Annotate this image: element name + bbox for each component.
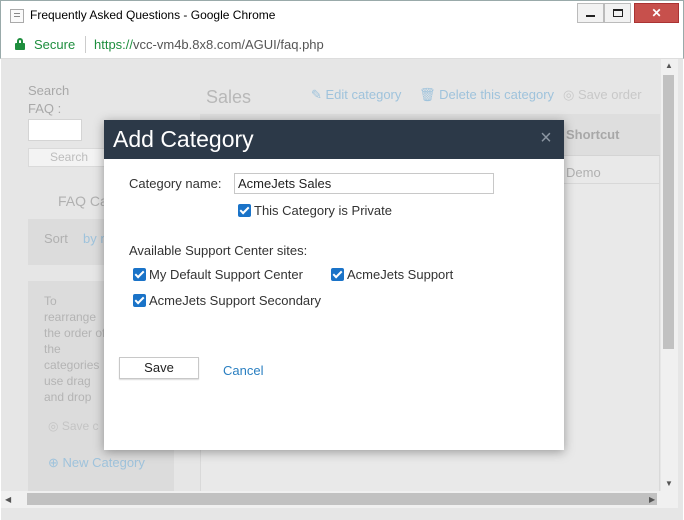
url-path: vcc-vm4b.8x8.com/AGUI/faq.php (133, 37, 324, 52)
maximize-button[interactable] (604, 3, 631, 23)
scroll-left-icon[interactable]: ◀ (5, 495, 11, 504)
private-checkbox-label: This Category is Private (254, 203, 392, 218)
sort-label: Sort (44, 231, 68, 246)
close-dialog-icon[interactable]: × (536, 127, 556, 149)
dialog-title: Add Category (113, 126, 254, 152)
scroll-down-icon[interactable]: ▼ (665, 479, 673, 488)
edit-category-link[interactable]: ✎ Edit category (311, 87, 401, 103)
private-checkbox[interactable] (238, 204, 251, 217)
close-window-button[interactable]: ✕ (634, 3, 679, 23)
minimize-icon (586, 15, 595, 17)
site-label: My Default Support Center (149, 267, 303, 282)
url-scheme: https:// (94, 37, 134, 52)
page-icon (10, 9, 24, 23)
search-faq-input[interactable] (28, 119, 82, 141)
url-text[interactable]: https://vcc-vm4b.8x8.com/AGUI/faq.php (94, 37, 324, 52)
secure-label: Secure (34, 37, 76, 52)
site-label: AcmeJets Support Secondary (149, 293, 321, 308)
scroll-up-icon[interactable]: ▲ (665, 61, 673, 70)
dialog-header: Add Category × (104, 120, 564, 159)
window-titlebar: Frequently Asked Questions - Google Chro… (0, 0, 684, 30)
column-shortcut: Shortcut (566, 127, 620, 142)
horizontal-scrollbar-thumb[interactable] (27, 493, 657, 505)
site-label: AcmeJets Support (347, 267, 454, 282)
table-cell-shortcut: Demo (566, 165, 601, 180)
category-title: Sales (206, 87, 252, 107)
category-name-label: Category name: (129, 176, 222, 191)
add-category-dialog: Add Category × Category name: This Categ… (104, 120, 564, 450)
trash-icon: 🗑 (419, 87, 440, 102)
minimize-button[interactable] (577, 3, 604, 23)
pencil-icon: ✎ (311, 87, 326, 102)
faq-categories-heading: FAQ Ca (58, 193, 108, 209)
site-checkbox-acmejets-support-secondary[interactable] (133, 294, 146, 307)
save-order-link[interactable]: ◎ Save order (563, 87, 642, 103)
address-bar[interactable]: Secure https://vcc-vm4b.8x8.com/AGUI/faq… (0, 30, 684, 59)
vertical-scrollbar-thumb[interactable] (663, 75, 674, 349)
new-category-link[interactable]: ⊕ New Category (48, 455, 145, 471)
address-divider (85, 36, 86, 53)
available-sites-label: Available Support Center sites: (129, 243, 308, 258)
scroll-right-icon[interactable]: ▶ (649, 495, 655, 504)
category-name-input[interactable] (234, 173, 494, 194)
maximize-icon (612, 9, 623, 17)
delete-category-link[interactable]: 🗑 Delete this category (419, 87, 554, 103)
save-categories-link[interactable]: ◎ Save c (48, 419, 99, 433)
lock-icon (15, 38, 25, 50)
save-button[interactable]: Save (119, 357, 199, 379)
check-circle-icon: ◎ (48, 419, 62, 433)
check-circle-icon: ◎ (563, 87, 578, 102)
search-faq-label: Search FAQ : (28, 83, 70, 116)
plus-circle-icon: ⊕ (48, 455, 63, 470)
cancel-link[interactable]: Cancel (223, 363, 263, 378)
window-title: Frequently Asked Questions - Google Chro… (30, 8, 276, 22)
close-icon: ✕ (651, 6, 662, 20)
help-text: To rearrange the order of the categories… (44, 294, 106, 404)
site-checkbox-default-support-center[interactable] (133, 268, 146, 281)
search-button[interactable]: Search (28, 148, 110, 167)
site-checkbox-acmejets-support[interactable] (331, 268, 344, 281)
